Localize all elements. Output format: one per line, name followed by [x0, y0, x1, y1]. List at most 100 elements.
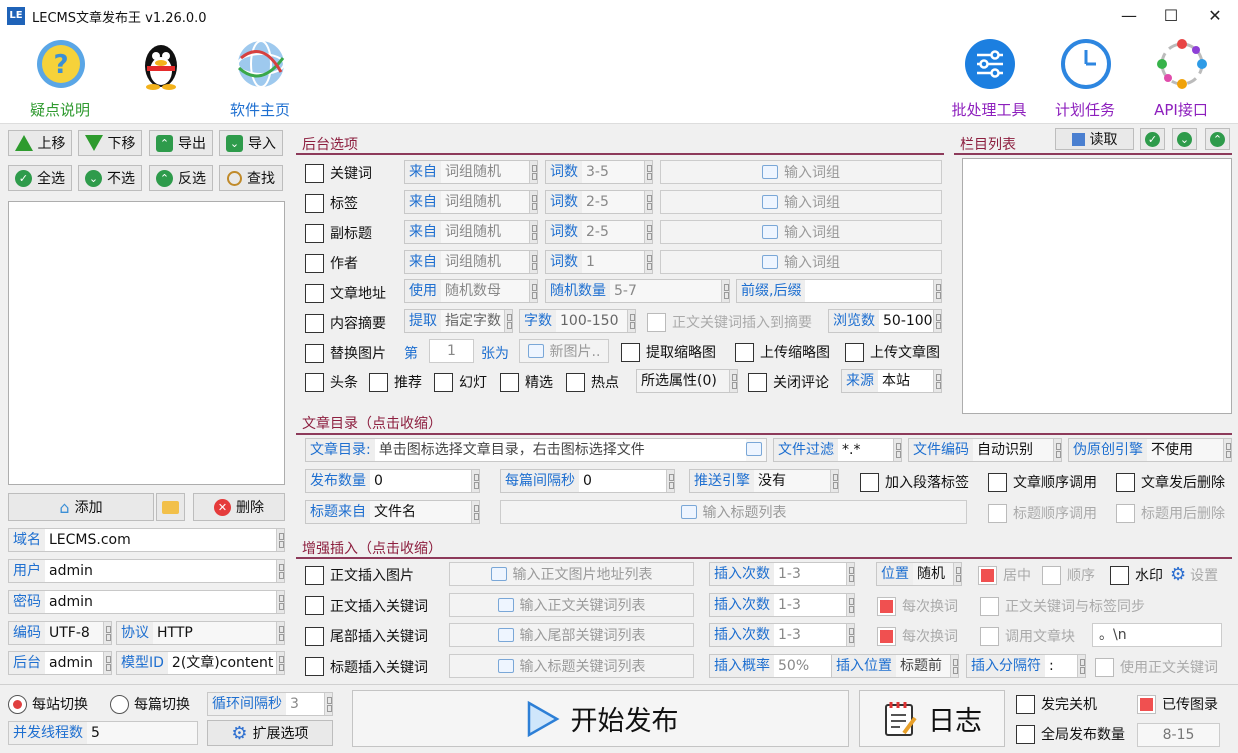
close-comment-checkbox[interactable]: [748, 372, 767, 392]
per-post-option[interactable]: 每篇切换: [110, 694, 190, 714]
word-count-field[interactable]: 词数 1: [545, 250, 653, 274]
upload-thumb-checkbox[interactable]: [735, 342, 754, 362]
source-value[interactable]: 词组随机: [441, 191, 529, 213]
per-site-option[interactable]: 每站切换: [8, 694, 88, 714]
encoding-field[interactable]: 编码 UTF-8: [8, 621, 112, 645]
insert-count-value[interactable]: 1-3: [774, 624, 846, 646]
sync-checkbox[interactable]: [980, 596, 999, 616]
rand-count-field[interactable]: 随机数量 5-7: [545, 279, 730, 303]
import-button[interactable]: ⌄ 导入: [219, 130, 283, 156]
title-del-checkbox[interactable]: [1116, 503, 1135, 523]
interval-value[interactable]: 0: [579, 470, 666, 492]
push-engine-value[interactable]: 没有: [754, 470, 830, 492]
model-value[interactable]: 2(文章)content: [167, 652, 276, 674]
add-button[interactable]: ⌂ 添加: [8, 493, 154, 521]
read-button[interactable]: 读取: [1055, 128, 1134, 150]
order-checkbox[interactable]: [1042, 565, 1061, 585]
input-phrase-button[interactable]: 输入词组: [660, 190, 942, 214]
word-count-field[interactable]: 词数 2-5: [545, 190, 653, 214]
watermark-checkbox[interactable]: [1110, 565, 1129, 585]
password-field[interactable]: 密码 admin: [8, 590, 285, 614]
interval-field[interactable]: 每篇间隔秒 0: [500, 469, 675, 493]
category-list[interactable]: [962, 158, 1232, 414]
pseudo-original-field[interactable]: 伪原创引擎 不使用: [1068, 438, 1232, 462]
flag-checkbox[interactable]: [566, 372, 585, 392]
image-checkbox[interactable]: [305, 343, 324, 363]
image-index-input[interactable]: 1: [429, 339, 474, 363]
source-value[interactable]: 词组随机: [441, 251, 529, 273]
each-swap-checkbox[interactable]: [877, 596, 896, 616]
file-encoding-field[interactable]: 文件编码 自动识别: [908, 438, 1062, 462]
dir-path-value[interactable]: 单击图标选择文章目录，右击图标选择文件: [374, 439, 746, 461]
center-checkbox[interactable]: [978, 565, 997, 585]
user-field[interactable]: 用户 admin: [8, 559, 285, 583]
batch-tool[interactable]: 批处理工具: [939, 31, 1039, 124]
summary-insert-checkbox[interactable]: [647, 312, 666, 332]
user-value[interactable]: admin: [45, 560, 276, 582]
input-phrase-button[interactable]: 输入词组: [660, 220, 942, 244]
qq-tool[interactable]: [110, 31, 210, 124]
cat-check-button[interactable]: ✓: [1140, 128, 1165, 150]
pseudo-original-value[interactable]: 不使用: [1147, 439, 1223, 461]
enh-list-button[interactable]: 输入尾部关键词列表: [449, 623, 694, 647]
title-source-value[interactable]: 文件名: [370, 501, 471, 523]
global-count-input[interactable]: 8-15: [1137, 723, 1220, 747]
input-phrase-button[interactable]: 输入词组: [660, 160, 942, 184]
position-value[interactable]: 随机: [913, 563, 953, 585]
input-phrase-button[interactable]: 输入词组: [660, 250, 942, 274]
publish-count-value[interactable]: 0: [370, 470, 471, 492]
threads-value[interactable]: 5: [87, 722, 197, 744]
file-filter-value[interactable]: *.*: [838, 439, 893, 461]
cat-expand-button[interactable]: ⌃: [1205, 128, 1230, 150]
rand-count-value[interactable]: 5-7: [610, 280, 721, 302]
file-filter-field[interactable]: 文件过滤 *.*: [773, 438, 902, 462]
push-engine-field[interactable]: 推送引擎 没有: [689, 469, 839, 493]
source-value[interactable]: 词组随机: [441, 161, 529, 183]
seq-checkbox[interactable]: [988, 472, 1007, 492]
thumb-checkbox[interactable]: [621, 342, 640, 362]
enh-section-title[interactable]: 增强插入（点击收缩）: [302, 538, 442, 558]
encoding-value[interactable]: UTF-8: [45, 622, 103, 644]
word-count-value[interactable]: 1: [582, 251, 644, 273]
source-field[interactable]: 来自 词组随机: [404, 220, 538, 244]
move-down-button[interactable]: 下移: [78, 130, 142, 156]
url-checkbox[interactable]: [305, 283, 324, 303]
enh-row-checkbox[interactable]: [305, 596, 324, 615]
views-value[interactable]: 50-100: [879, 310, 933, 332]
flag-checkbox[interactable]: [369, 372, 388, 392]
insert-position-value[interactable]: 标题前: [896, 655, 950, 677]
prefix-suffix-field[interactable]: 前缀,后缀: [736, 279, 942, 303]
domain-field[interactable]: 域名 LECMS.com: [8, 528, 285, 552]
enh-list-button[interactable]: 输入正文关键词列表: [449, 592, 694, 617]
attributes-value[interactable]: 所选属性(0): [637, 370, 729, 392]
source-field[interactable]: 来源 本站: [841, 369, 942, 393]
source-value[interactable]: 词组随机: [441, 221, 529, 243]
word-count-field[interactable]: 词数 3-5: [545, 160, 653, 184]
use-keyword-checkbox[interactable]: [1095, 657, 1114, 677]
backend-value[interactable]: admin: [45, 652, 103, 674]
global-count-checkbox[interactable]: [1016, 724, 1035, 744]
delete-after-checkbox[interactable]: [1116, 472, 1135, 492]
position-field[interactable]: 位置 随机: [876, 562, 962, 586]
insert-count-field[interactable]: 插入次数 1-3: [709, 562, 855, 586]
delete-button[interactable]: ✕ 删除: [193, 493, 285, 521]
home-tool[interactable]: 软件主页: [210, 31, 310, 124]
prefix-suffix-value[interactable]: [805, 280, 933, 302]
protocol-value[interactable]: HTTP: [153, 622, 276, 644]
backend-row-checkbox[interactable]: [305, 193, 324, 213]
word-count-value[interactable]: 3-5: [582, 161, 644, 183]
export-button[interactable]: ⌃ 导出: [149, 130, 213, 156]
backend-row-checkbox[interactable]: [305, 223, 324, 243]
publish-count-field[interactable]: 发布数量 0: [305, 469, 480, 493]
backend-row-checkbox[interactable]: [305, 163, 324, 183]
word-count-field[interactable]: 词数 2-5: [545, 220, 653, 244]
start-publish-button[interactable]: 开始发布: [352, 690, 849, 747]
flag-checkbox[interactable]: [434, 372, 453, 392]
enh-row-checkbox[interactable]: [305, 565, 324, 585]
insert-count-field[interactable]: 插入次数 1-3: [709, 592, 855, 617]
loop-interval-field[interactable]: 循环间隔秒 3: [207, 692, 333, 716]
password-value[interactable]: admin: [45, 591, 276, 613]
log-button[interactable]: 日志: [859, 690, 1005, 747]
views-field[interactable]: 浏览数 50-100: [828, 309, 942, 333]
source-field[interactable]: 来自 词组随机: [404, 160, 538, 184]
